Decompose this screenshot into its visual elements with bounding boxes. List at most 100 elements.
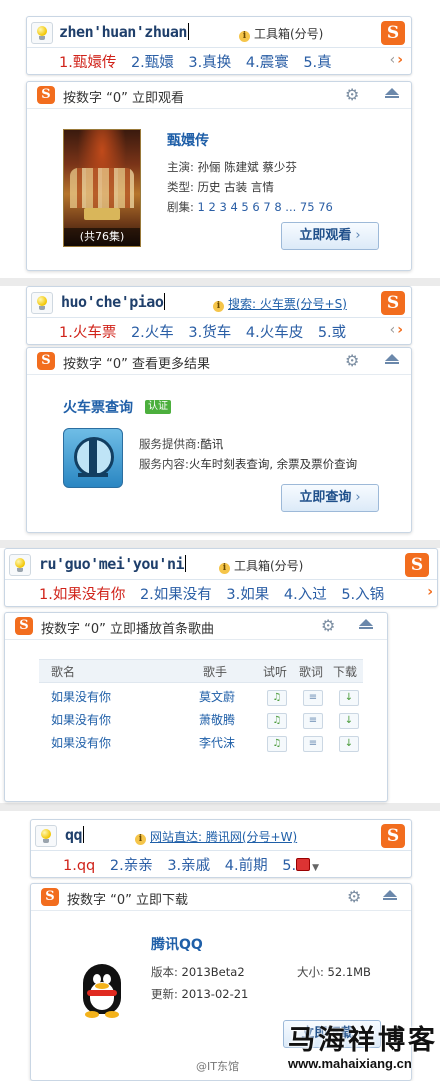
lyrics-icon[interactable]: ≡ [303,713,323,729]
candidate-1[interactable]: 1.甄嬛传 [59,55,116,71]
candidate-4[interactable]: 4.震寰 [246,55,289,71]
sogou-logo-icon: S [381,291,405,315]
railway-logo-icon[interactable] [63,428,123,488]
meta-version: 版本: 2013Beta2 [151,965,245,979]
candidate-2[interactable]: 2.如果没有 [140,587,212,603]
watch-now-button[interactable]: 立即观看 › [281,222,379,250]
emoji-candidate-icon[interactable] [296,858,311,871]
candidate-5[interactable]: 5.或 [318,325,346,341]
block-zhenhuanzhuan: zhen'huan'zhuan i 工具箱(分号) S 1.甄嬛传 2.甄嬛 3.… [0,0,440,278]
collapse-icon[interactable] [359,619,373,629]
collapse-icon[interactable] [385,88,399,98]
download-icon[interactable]: ↓ [339,713,359,729]
candidate-1[interactable]: 1.火车票 [59,325,116,341]
col-download: 下载 [333,665,358,679]
bulb-icon[interactable] [35,825,57,847]
gear-icon[interactable]: ⚙ [345,351,359,370]
candidate-3[interactable]: 3.货车 [188,325,231,341]
ime-candidate-bar: qq i 网站直达: 腾讯网(分号+W) S 1.qq 2.亲亲 3.亲戚 4.前… [30,819,412,878]
download-icon[interactable]: ↓ [339,690,359,706]
meta-genre: 类型: 历史 古装 言情 [167,180,274,194]
info-icon: i [219,563,230,574]
result-panel: S 按数字 “0” 立即播放首条歌曲 ⚙ 歌名 歌手 试听 歌词 下载 如果没有… [4,612,388,802]
verified-badge: 认证 [145,400,171,414]
train-ticket-title-link[interactable]: 火车票查询 [63,397,133,417]
collapse-icon[interactable] [383,890,397,900]
pinyin-input[interactable]: huo'che'piao [61,293,166,311]
dropdown-icon[interactable]: ▼ [312,863,319,873]
candidate-2[interactable]: 2.亲亲 [110,858,153,874]
pinyin-input[interactable]: qq [65,826,85,844]
song-name-link[interactable]: 如果没有你 [51,711,111,728]
next-page-icon[interactable]: › [397,322,405,338]
listen-icon[interactable]: ♫ [267,736,287,752]
next-page-icon[interactable]: › [397,52,405,68]
gear-icon[interactable]: ⚙ [345,85,359,104]
singer-link[interactable]: 萧敬腾 [199,711,235,728]
pinyin-input[interactable]: zhen'huan'zhuan [59,23,189,41]
song-name-link[interactable]: 如果没有你 [51,688,111,705]
ime-candidate-bar: huo'che'piao i 搜索: 火车票(分号+S) S 1.火车票 2.火车… [26,286,412,345]
candidate-3[interactable]: 3.如果 [226,587,269,603]
candidate-5[interactable]: 5. ▼ [282,858,319,874]
meta-size: 大小: 52.1MB [297,965,371,979]
gear-icon[interactable]: ⚙ [347,887,361,906]
bulb-icon[interactable] [31,22,53,44]
sogou-logo-icon: S [37,86,55,104]
separator [0,540,440,548]
pinyin-input[interactable]: ru'guo'mei'you'ni [39,555,187,573]
singer-link[interactable]: 莫文蔚 [199,688,235,705]
candidate-3[interactable]: 3.亲戚 [167,858,210,874]
sogou-logo-icon: S [15,617,33,635]
next-page-icon[interactable]: › [427,584,435,600]
meta-episodes: 剧集: 1 2 3 4 5 6 7 8 ... 75 76 [167,200,333,214]
meta-provider: 服务提供商:酷讯 [139,437,224,451]
panel-title: 按数字 “0” 立即观看 [63,91,185,106]
candidate-1[interactable]: 1.qq [63,858,95,874]
meta-updated: 更新: 2013-02-21 [151,987,249,1001]
col-listen: 试听 [263,665,288,679]
ime-candidate-bar: ru'guo'mei'you'ni i 工具箱(分号) S 1.如果没有你 2.如… [4,548,438,607]
watermark-site-name: 马海祥博客 [288,1025,438,1056]
candidate-4[interactable]: 4.入过 [284,587,327,603]
gear-icon[interactable]: ⚙ [321,616,335,635]
episode-links[interactable]: 1 2 3 4 5 6 7 8 ... 75 76 [198,200,333,214]
candidate-2[interactable]: 2.火车 [131,325,174,341]
site-direct-link[interactable]: i 网站直达: 腾讯网(分号+W) [135,828,297,845]
qq-penguin-icon[interactable] [79,964,125,1020]
panel-title: 按数字 “0” 立即下载 [67,893,189,908]
candidate-list: 1.qq 2.亲亲 3.亲戚 4.前期 5. ▼ [63,854,329,875]
drama-poster[interactable]: (共76集) [63,129,141,247]
bulb-icon[interactable] [31,292,53,314]
candidate-5[interactable]: 5.真 [303,55,331,71]
drama-title-link[interactable]: 甄嬛传 [167,130,209,150]
qq-title-link[interactable]: 腾讯QQ [151,934,203,954]
candidate-4[interactable]: 4.火车皮 [246,325,303,341]
candidate-list: 1.甄嬛传 2.甄嬛 3.真换 4.震寰 5.真 [59,51,342,72]
bulb-icon[interactable] [9,554,31,576]
candidate-5[interactable]: 5.入锅 [341,587,384,603]
candidate-2[interactable]: 2.甄嬛 [131,55,174,71]
toolbox-hint[interactable]: i 工具箱(分号) [219,557,303,574]
song-name-link[interactable]: 如果没有你 [51,734,111,751]
sogou-logo-icon: S [41,888,59,906]
query-now-button[interactable]: 立即查询 › [281,484,379,512]
search-hint-link[interactable]: i 搜索: 火车票(分号+S) [213,295,347,312]
panel-title: 按数字 “0” 立即播放首条歌曲 [41,622,215,637]
lyrics-icon[interactable]: ≡ [303,690,323,706]
candidate-1[interactable]: 1.如果没有你 [39,587,125,603]
candidate-3[interactable]: 3.真换 [188,55,231,71]
candidate-4[interactable]: 4.前期 [225,858,268,874]
toolbox-hint[interactable]: i 工具箱(分号) [239,25,323,42]
ime-candidate-bar: zhen'huan'zhuan i 工具箱(分号) S 1.甄嬛传 2.甄嬛 3.… [26,16,412,75]
listen-icon[interactable]: ♫ [267,713,287,729]
singer-link[interactable]: 李代沫 [199,734,235,751]
col-singer: 歌手 [203,665,228,679]
sogou-logo-icon: S [405,553,429,577]
episode-count: (共76集) [64,228,140,246]
download-icon[interactable]: ↓ [339,736,359,752]
lyrics-icon[interactable]: ≡ [303,736,323,752]
listen-icon[interactable]: ♫ [267,690,287,706]
block-ruguomeiyouni: ru'guo'mei'you'ni i 工具箱(分号) S 1.如果没有你 2.如… [0,548,440,803]
collapse-icon[interactable] [385,354,399,364]
